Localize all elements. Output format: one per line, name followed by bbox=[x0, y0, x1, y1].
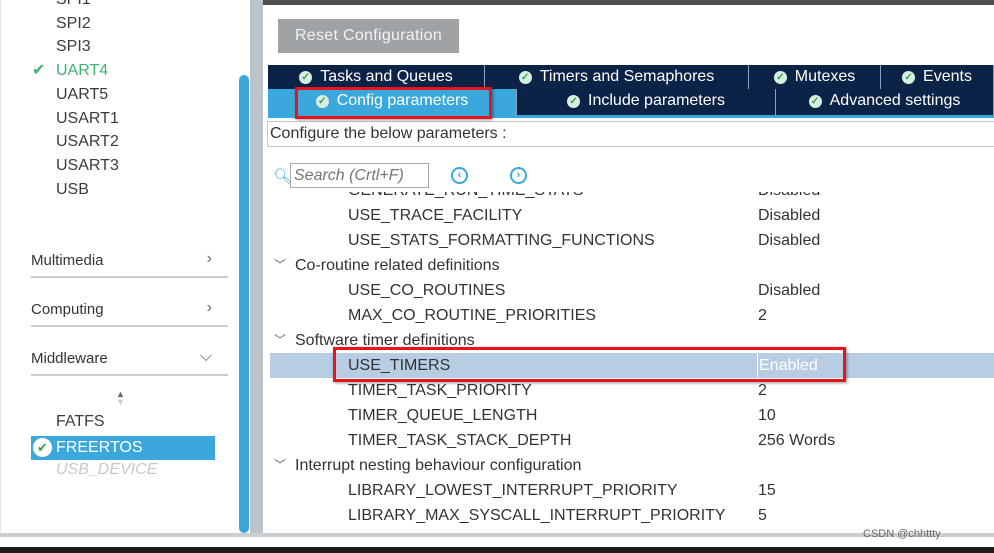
param-name: MAX_CO_ROUTINE_PRIORITIES bbox=[348, 307, 597, 324]
chevron-down-icon[interactable]: ﹀ bbox=[274, 328, 286, 353]
chevron-right-icon: › bbox=[206, 250, 212, 267]
bottom-border bbox=[0, 533, 994, 537]
sidebar-scrollbar[interactable] bbox=[239, 75, 249, 533]
param-row[interactable]: TIMER_TASK_STACK_DEPTH 256 Words bbox=[270, 428, 994, 453]
tab-advanced-settings[interactable]: ✓ Advanced settings bbox=[776, 89, 994, 115]
category-multimedia[interactable]: Multimedia › bbox=[31, 250, 228, 278]
param-row[interactable]: USE_CO_ROUTINES Disabled bbox=[270, 278, 994, 303]
highlight-box-use-timers bbox=[333, 347, 846, 382]
param-name: Co-routine related definitions bbox=[295, 257, 500, 274]
param-name: USE_STATS_FORMATTING_FUNCTIONS bbox=[348, 232, 655, 249]
search-input[interactable] bbox=[290, 163, 429, 188]
category-computing[interactable]: Computing › bbox=[31, 299, 228, 327]
category-label: Middleware bbox=[31, 350, 108, 367]
sort-icon[interactable]: ▲ ▼ bbox=[116, 390, 125, 407]
category-middleware[interactable]: Middleware ⌵ bbox=[31, 348, 228, 376]
next-match-icon[interactable]: › bbox=[510, 167, 527, 184]
peripheral-item[interactable]: SPI3 bbox=[56, 37, 91, 57]
tab-label: Mutexes bbox=[794, 68, 856, 85]
check-circle-icon: ✓ bbox=[518, 71, 532, 84]
panel-divider[interactable] bbox=[250, 0, 263, 536]
param-row[interactable]: USE_TRACE_FACILITY Disabled bbox=[270, 203, 994, 228]
param-name: LIBRARY_LOWEST_INTERRUPT_PRIORITY bbox=[348, 482, 678, 499]
param-value[interactable]: 256 Words bbox=[758, 428, 835, 453]
tab-label: Tasks and Queues bbox=[320, 68, 453, 85]
tab-label: Include parameters bbox=[588, 92, 725, 109]
check-circle-icon: ✓ bbox=[902, 71, 916, 84]
param-name: TIMER_TASK_STACK_DEPTH bbox=[348, 432, 572, 449]
peripheral-item[interactable]: USART2 bbox=[56, 132, 119, 152]
category-label: Computing bbox=[31, 301, 104, 318]
chevron-down-icon[interactable]: ﹀ bbox=[274, 253, 286, 278]
check-circle-icon: ✔ bbox=[33, 438, 52, 457]
group-row[interactable]: ﹀ Interrupt nesting behaviour configurati… bbox=[270, 453, 994, 478]
peripheral-item[interactable]: USART3 bbox=[56, 156, 119, 176]
tab-mutexes[interactable]: ✓ Mutexes bbox=[749, 65, 881, 89]
group-row[interactable]: ﹀ Co-routine related definitions bbox=[270, 253, 994, 278]
param-name: LIBRARY_MAX_SYSCALL_INTERRUPT_PRIORITY bbox=[348, 507, 726, 524]
param-row[interactable]: LIBRARY_LOWEST_INTERRUPT_PRIORITY 15 bbox=[270, 478, 994, 503]
peripheral-item[interactable]: UART5 bbox=[56, 85, 108, 105]
chevron-right-icon: › bbox=[206, 299, 212, 316]
param-value[interactable]: Disabled bbox=[758, 228, 820, 253]
param-row[interactable]: LIBRARY_MAX_SYSCALL_INTERRUPT_PRIORITY 5 bbox=[270, 503, 994, 528]
param-value[interactable]: Disabled bbox=[758, 278, 820, 303]
peripheral-item[interactable]: SPI2 bbox=[56, 14, 91, 34]
check-icon: ✔ bbox=[32, 62, 46, 80]
param-name: GENERATE_RUN_TIME_STATS bbox=[348, 192, 584, 203]
param-row[interactable]: GENERATE_RUN_TIME_STATS Disabled bbox=[270, 192, 994, 203]
middleware-item-fatfs[interactable]: FATFS bbox=[56, 412, 105, 432]
title-bar bbox=[263, 0, 994, 5]
tab-label: Advanced settings bbox=[829, 92, 961, 109]
param-row[interactable]: TIMER_QUEUE_LENGTH 10 bbox=[270, 403, 994, 428]
param-value[interactable]: 5 bbox=[758, 503, 767, 528]
category-label: Multimedia bbox=[31, 252, 104, 269]
middleware-item-freertos[interactable]: FREERTOS ✔ bbox=[31, 436, 215, 460]
peripheral-item[interactable]: SPI1 bbox=[56, 0, 91, 10]
check-circle-icon: ✓ bbox=[773, 71, 787, 84]
sidebar: SPI1 SPI2 SPI3 UART4 ✔ UART5 USART1 USART2 USART… bbox=[0, 0, 240, 536]
taskbar-edge bbox=[0, 547, 994, 553]
middleware-item-usb_device[interactable]: USB_DEVICE bbox=[56, 460, 157, 480]
param-row[interactable]: MAX_CO_ROUTINE_PRIORITIES 2 bbox=[270, 303, 994, 328]
tab-include-parameters[interactable]: ✓ Include parameters bbox=[517, 89, 776, 115]
peripheral-item[interactable]: UART4 bbox=[56, 61, 108, 81]
description-box: Configure the below parameters : bbox=[267, 121, 994, 147]
tab-label: Events bbox=[923, 68, 972, 85]
middleware-label: FREERTOS bbox=[56, 439, 143, 456]
peripheral-item[interactable]: USART1 bbox=[56, 109, 119, 129]
param-name: TIMER_QUEUE_LENGTH bbox=[348, 407, 538, 424]
watermark: CSDN @chhttty bbox=[863, 528, 941, 540]
param-value[interactable]: 2 bbox=[758, 303, 767, 328]
chevron-down-icon[interactable]: ﹀ bbox=[274, 453, 286, 478]
peripheral-item[interactable]: USB bbox=[56, 180, 89, 200]
param-name: USE_TRACE_FACILITY bbox=[348, 207, 523, 224]
param-value[interactable]: 15 bbox=[758, 478, 776, 503]
tab-tasks-and-queues[interactable]: ✓ Tasks and Queues bbox=[268, 65, 485, 89]
tab-label: Timers and Semaphores bbox=[539, 68, 715, 85]
param-value[interactable]: Disabled bbox=[758, 192, 820, 203]
tab-events[interactable]: ✓ Events bbox=[881, 65, 994, 89]
check-circle-icon: ✓ bbox=[299, 71, 313, 84]
check-circle-icon: ✓ bbox=[808, 95, 822, 108]
param-name: Interrupt nesting behaviour configuratio… bbox=[295, 457, 582, 474]
previous-match-icon[interactable]: ‹ bbox=[451, 167, 468, 184]
middleware-label: FATFS bbox=[56, 413, 105, 430]
param-value[interactable]: 10 bbox=[758, 403, 776, 428]
highlight-box-config-tab bbox=[295, 87, 492, 119]
check-circle-icon: ✓ bbox=[567, 95, 581, 108]
param-row[interactable]: USE_STATS_FORMATTING_FUNCTIONS Disabled bbox=[270, 228, 994, 253]
param-value[interactable]: Disabled bbox=[758, 203, 820, 228]
chevron-down-icon: ⌵ bbox=[199, 348, 212, 365]
param-name: USE_CO_ROUTINES bbox=[348, 282, 506, 299]
middleware-label: USB_DEVICE bbox=[56, 461, 158, 478]
tab-timers-and-semaphores[interactable]: ✓ Timers and Semaphores bbox=[485, 65, 749, 89]
reset-configuration-button[interactable]: Reset Configuration bbox=[278, 19, 459, 53]
